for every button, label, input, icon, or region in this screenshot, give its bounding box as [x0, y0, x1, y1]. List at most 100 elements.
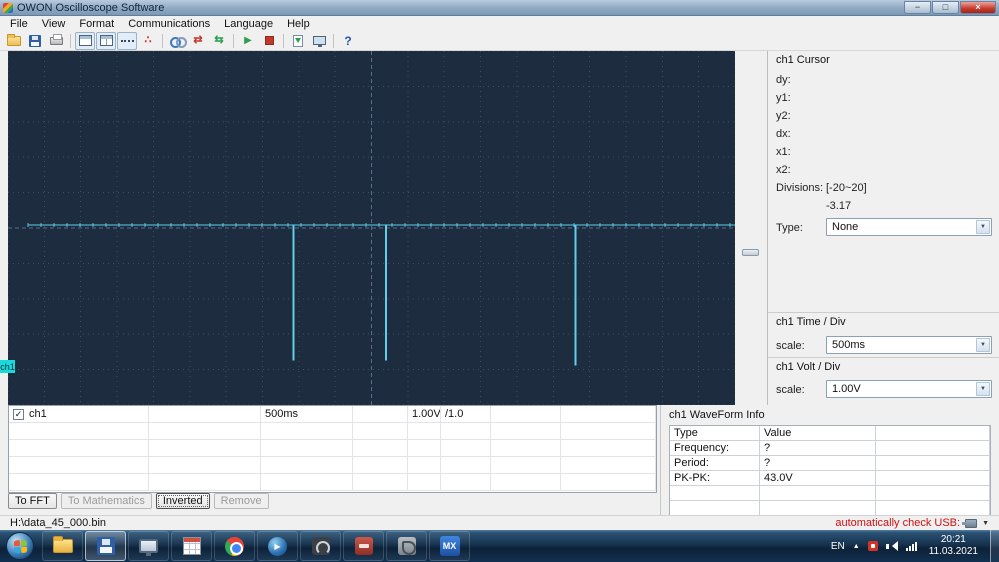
menu-help[interactable]: Help [280, 17, 317, 31]
menu-communications[interactable]: Communications [121, 17, 217, 31]
waveform-info-title: ch1 WaveForm Info [669, 409, 765, 421]
info-cell: ? [760, 441, 876, 456]
tray-date: 11.03.2021 [928, 546, 978, 557]
channel-cell [353, 406, 408, 422]
save-icon [29, 34, 41, 47]
trigger-level-handle[interactable] [742, 249, 759, 256]
owon-window: OWON Oscilloscope Software − □ × File Vie… [0, 0, 999, 530]
volt-scale-select[interactable]: 1.00V ▼ [826, 380, 992, 398]
channel-cell: ✓ ch1 [9, 406, 149, 422]
taskbar-mx-app-button[interactable]: MX [429, 531, 470, 561]
remove-button: Remove [213, 493, 269, 509]
info-cell: Period: [670, 456, 760, 471]
points-view-button[interactable]: ∴ [138, 32, 158, 50]
help-icon: ? [344, 33, 352, 48]
ch1-position-marker[interactable]: ch1 [0, 360, 15, 373]
channel-cell [9, 474, 149, 490]
download-icon: ⇆ [214, 34, 224, 46]
cursor-field-y2: y2: [776, 110, 791, 122]
screen-capture-button[interactable] [309, 32, 329, 50]
cursor-type-value: None [832, 221, 859, 233]
run-button[interactable]: ▶ [238, 32, 258, 50]
channel-cell [353, 440, 408, 456]
info-col-Value: Value [760, 426, 876, 441]
cursor-field-x2: x2: [776, 164, 791, 176]
screen-capture-icon [312, 36, 326, 47]
start-button[interactable] [6, 532, 34, 560]
channel-factor: /1.0 [441, 406, 491, 422]
oscilloscope-display[interactable] [8, 51, 735, 405]
stop-icon [264, 36, 274, 45]
taskbar-media-player-button[interactable] [257, 531, 298, 561]
taskbar-explorer-button[interactable] [42, 531, 83, 561]
cursor-panel-title: ch1 Cursor [776, 54, 830, 66]
taskbar-app-7-button[interactable] [300, 531, 341, 561]
dotted-line-view-button[interactable] [117, 31, 137, 50]
split-view-button[interactable] [96, 31, 116, 50]
upload-button[interactable]: ⇄ [188, 32, 208, 50]
to-fft-button[interactable]: To FFT [8, 493, 57, 509]
volume-icon[interactable] [885, 540, 898, 552]
toolbar-separator [283, 33, 284, 48]
channel-cell [149, 423, 261, 439]
close-button[interactable]: × [960, 1, 996, 14]
cursor-type-select[interactable]: None ▼ [826, 218, 992, 236]
export-data-button[interactable] [288, 32, 308, 50]
menu-bar: File View Format Communications Language Help [0, 16, 999, 31]
channel-timebase: 500ms [261, 406, 353, 422]
taskbar-app-4-button[interactable] [171, 531, 212, 561]
taskbar-app-8-button[interactable] [343, 531, 384, 561]
single-view-button[interactable] [75, 31, 95, 50]
channel-row-ch1[interactable]: ✓ ch1 500ms 1.00V/1.0 [9, 406, 656, 423]
network-icon[interactable] [905, 541, 917, 551]
ch1-visible-checkbox[interactable]: ✓ [13, 408, 24, 420]
maximize-button[interactable]: □ [932, 1, 959, 14]
inverted-button[interactable]: Inverted [155, 493, 210, 509]
channel-voltdiv: 1.00V [408, 406, 441, 422]
save-button[interactable] [25, 32, 45, 50]
open-file-icon [7, 33, 21, 46]
taskbar-apps: MX [41, 530, 471, 562]
info-cell: Frequency: [670, 441, 760, 456]
menu-format[interactable]: Format [72, 17, 121, 31]
app-icon [3, 2, 13, 13]
time-scale-select[interactable]: 500ms ▼ [826, 336, 992, 354]
system-tray: EN ▲ 20:21 11.03.2021 [831, 530, 999, 562]
toolbar-separator [162, 33, 163, 48]
volt-scale-label: scale: [776, 384, 805, 396]
print-button[interactable] [46, 32, 66, 50]
channel-cell [441, 423, 491, 439]
taskbar-owon-software-button[interactable] [85, 531, 126, 561]
channel-cell [408, 423, 441, 439]
volt-scale-value: 1.00V [832, 383, 861, 395]
channel-cell [408, 440, 441, 456]
language-indicator[interactable]: EN [831, 541, 845, 552]
hidden-icons-arrow[interactable]: ▲ [853, 543, 860, 550]
channel-cell [441, 440, 491, 456]
channel-actions: To FFT To Mathematics Inverted Remove [8, 493, 269, 509]
connect-device-button[interactable] [167, 32, 187, 50]
clock[interactable]: 20:21 11.03.2021 [929, 534, 978, 558]
explorer-icon [52, 536, 73, 553]
taskbar-app-9-button[interactable] [386, 531, 427, 561]
minimize-button[interactable]: − [904, 1, 931, 14]
download-button[interactable]: ⇆ [209, 32, 229, 50]
channel-cell [491, 406, 561, 422]
open-file-button[interactable] [4, 32, 24, 50]
usb-dropdown-arrow[interactable]: ▼ [982, 520, 989, 527]
taskbar-app-3-button[interactable] [128, 531, 169, 561]
windows-logo-icon [13, 539, 27, 553]
mx-app-icon: MX [439, 536, 460, 556]
menu-view[interactable]: View [35, 17, 73, 31]
channel-cell [491, 474, 561, 490]
show-desktop-button[interactable] [990, 530, 999, 562]
help-button[interactable]: ? [338, 32, 358, 50]
menu-file[interactable]: File [3, 17, 35, 31]
menu-language[interactable]: Language [217, 17, 280, 31]
print-icon [49, 33, 63, 45]
tray-app-icon[interactable] [867, 541, 878, 551]
usb-icon [962, 518, 978, 528]
stop-button[interactable] [259, 32, 279, 50]
waveform-info-table: Type Value Frequency:? Period:? PK-PK: 43.0V [669, 425, 991, 517]
taskbar-chrome-button[interactable] [214, 531, 255, 561]
